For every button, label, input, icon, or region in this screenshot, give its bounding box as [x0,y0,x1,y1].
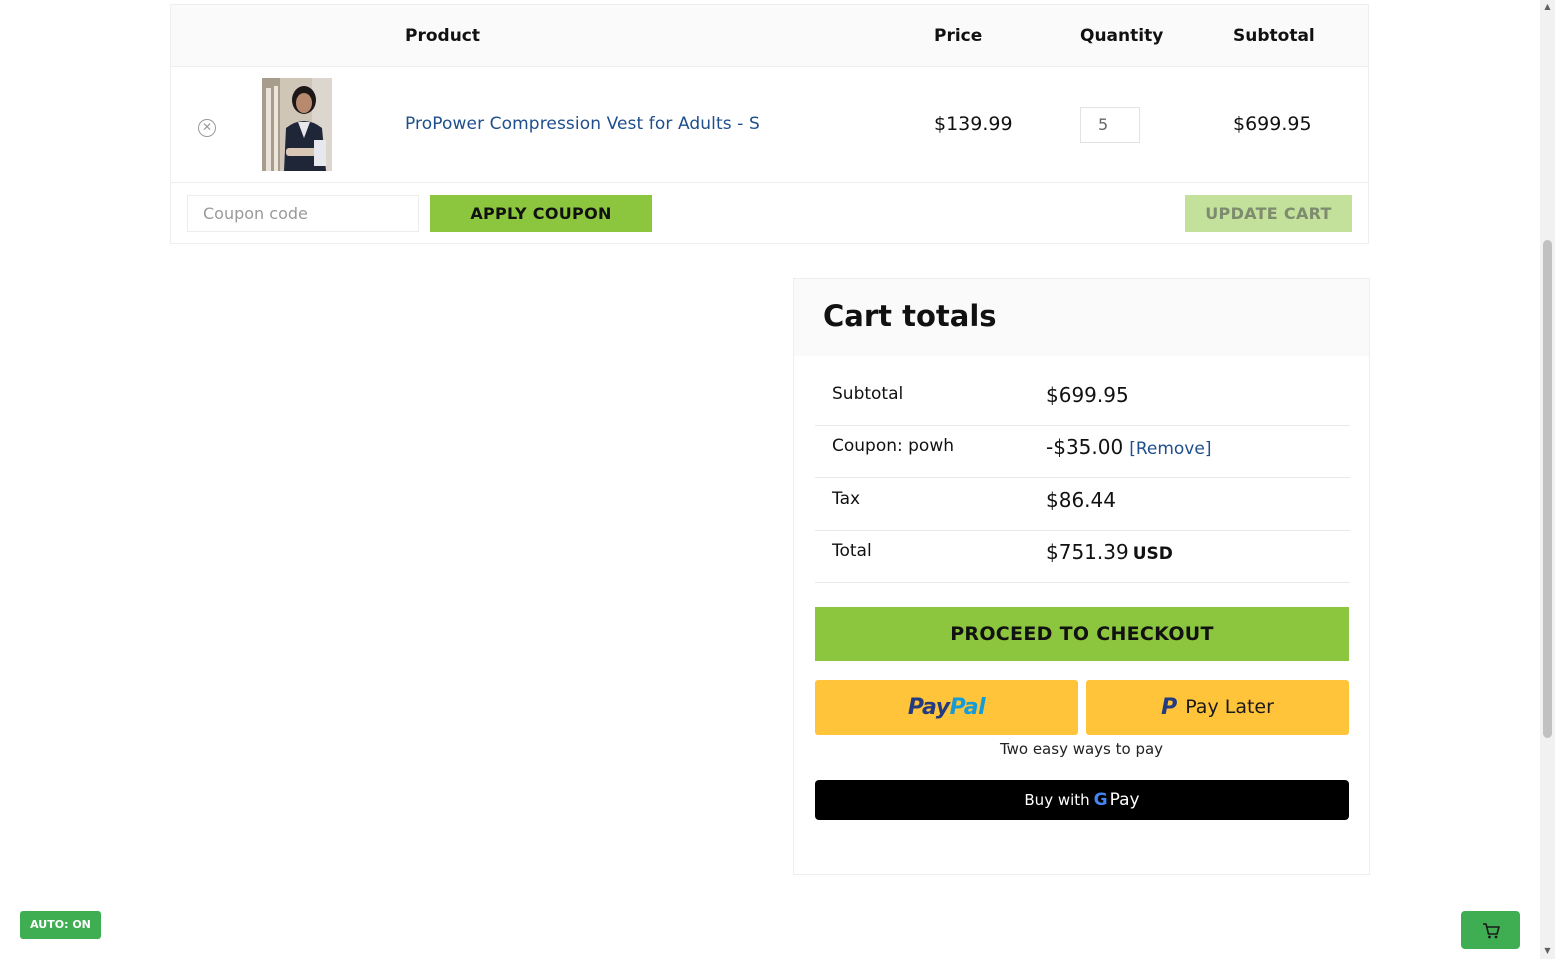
auto-mode-badge[interactable]: AUTO: ON [20,911,101,939]
scrollbar-thumb[interactable] [1543,240,1552,738]
paypal-logo-pay: Pay [907,695,950,720]
paypal-button[interactable]: PayPal [815,680,1078,735]
google-pay-button[interactable]: Buy with G Pay [815,780,1349,820]
paypal-logo: PayPal [907,695,986,720]
total-value-wrap: $751.39 USD [1046,540,1173,564]
product-name-link[interactable]: ProPower Compression Vest for Adults - S [405,114,760,134]
totals-row-tax: Tax $86.44 [815,479,1350,531]
header-subtotal: Subtotal [1233,26,1315,46]
coupon-label: Coupon: powh [832,436,955,456]
totals-row-subtotal: Subtotal $699.95 [815,374,1350,426]
item-subtotal: $699.95 [1233,113,1312,135]
paypal-tagline: Two easy ways to pay [999,740,1164,758]
header-quantity: Quantity [1080,26,1164,46]
subtotal-value: $699.95 [1046,383,1129,407]
tax-value: $86.44 [1046,488,1116,512]
product-thumbnail[interactable] [262,78,332,171]
totals-row-total: Total $751.39 USD [815,531,1350,583]
cart-page: Product Price Quantity Subtotal ✕ ProPow… [0,0,1540,959]
cart-icon [1483,923,1500,939]
cart-totals-title: Cart totals [823,299,997,333]
paypal-logo-pal: Pal [949,695,986,720]
proceed-to-checkout-button[interactable]: PROCEED TO CHECKOUT [815,607,1349,661]
currency-code: USD [1132,544,1173,564]
apply-coupon-button[interactable]: APPLY COUPON [430,195,652,232]
total-label: Total [832,541,872,561]
google-g-icon: G [1093,790,1108,810]
header-product: Product [405,26,480,46]
floating-cart-button[interactable] [1461,911,1520,949]
gpay-pay-label: Pay [1109,790,1140,810]
vertical-scrollbar[interactable]: ▲ ▼ [1540,0,1555,959]
totals-row-coupon: Coupon: powh -$35.00 [Remove] [815,426,1350,478]
subtotal-label: Subtotal [832,384,904,404]
coupon-discount-value: -$35.00 [1046,435,1124,459]
update-cart-button[interactable]: UPDATE CART [1185,195,1352,232]
item-price: $139.99 [934,113,1013,135]
header-price: Price [934,26,983,46]
table-row: ✕ ProPower Compression Vest for Adults - [171,67,1368,183]
remove-item-icon[interactable]: ✕ [198,119,216,137]
coupon-code-input[interactable]: Coupon code [187,195,419,232]
cart-totals-header: Cart totals [794,279,1369,356]
cart-table: Product Price Quantity Subtotal ✕ ProPow… [170,4,1369,244]
remove-coupon-link[interactable]: [Remove] [1129,439,1211,459]
pay-later-label: Pay Later [1185,696,1274,718]
product-photo-image [262,78,332,171]
paypal-pay-later-button[interactable]: P Pay Later [1086,680,1349,735]
total-value: $751.39 [1046,540,1129,564]
scroll-up-arrow-icon[interactable]: ▲ [1543,2,1552,11]
gpay-prefix: Buy with [1024,791,1090,809]
tax-label: Tax [832,489,861,509]
cart-table-header: Product Price Quantity Subtotal [171,5,1368,67]
coupon-value-wrap: -$35.00 [Remove] [1046,435,1211,459]
cart-totals-panel: Cart totals Subtotal $699.95 Coupon: pow… [793,278,1370,875]
scroll-down-arrow-icon[interactable]: ▼ [1543,946,1552,955]
cart-actions: Coupon code APPLY COUPON UPDATE CART [171,183,1368,245]
quantity-input[interactable]: 5 [1080,107,1140,143]
paypal-p-icon: P [1161,695,1178,720]
